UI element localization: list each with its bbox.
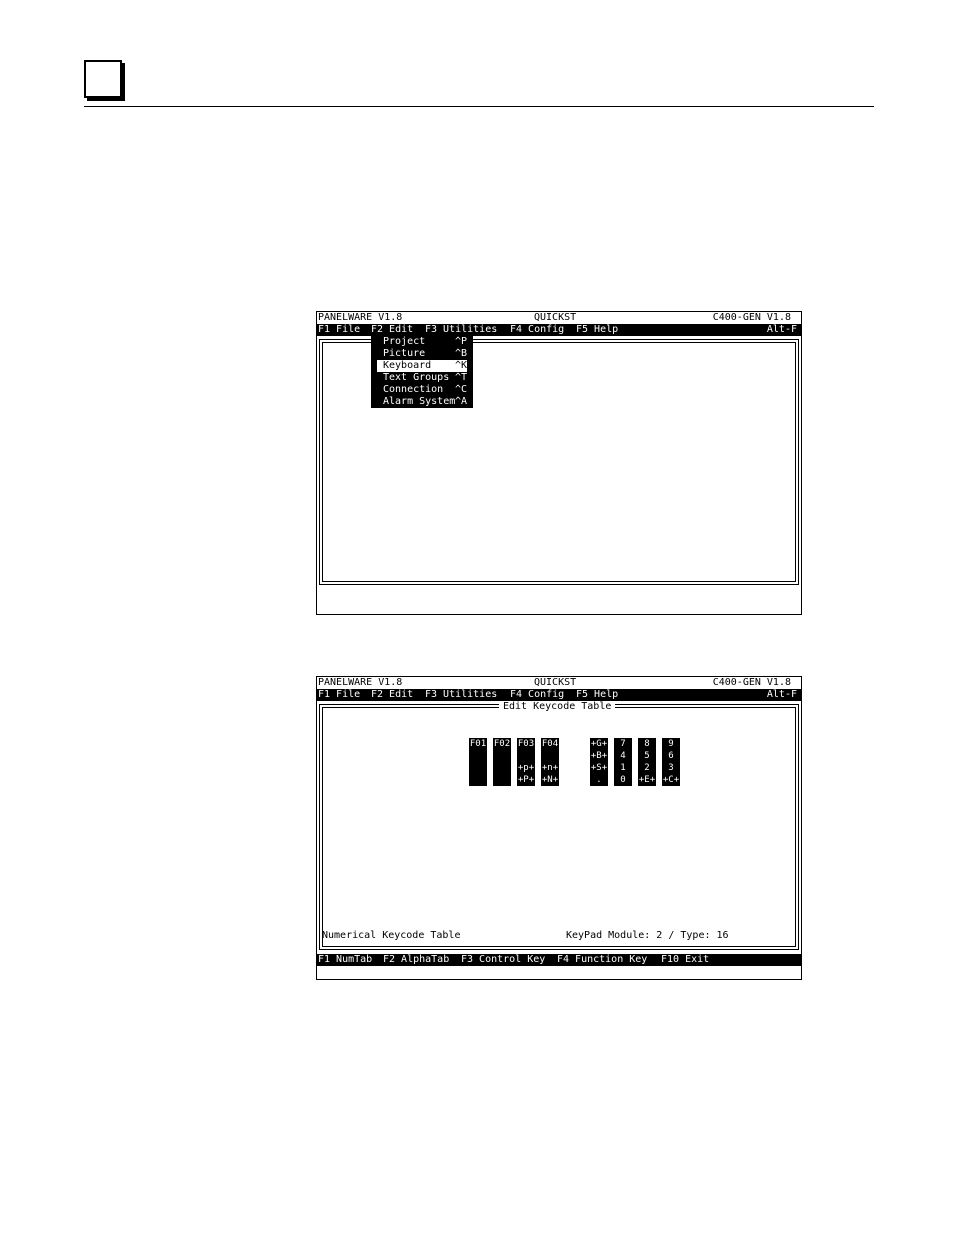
menu-file[interactable]: F1 File <box>318 324 360 336</box>
fkey-function-key[interactable]: F4 Function Key <box>557 954 647 966</box>
target-title: C400-GEN V1.8 <box>712 677 791 688</box>
title-bar: PANELWARE V1.8 QUICKST C400-GEN V1.8 <box>317 312 801 324</box>
key-column-f03[interactable]: F03 +p+ +P+ <box>517 738 535 786</box>
menu-item-text-groups[interactable]: Text Groups ^T <box>371 372 473 384</box>
menu-file[interactable]: F1 File <box>318 689 360 701</box>
fkey-exit[interactable]: F10 Exit <box>661 954 709 966</box>
header-rule <box>84 106 874 107</box>
screenshot-main-menu: PANELWARE V1.8 QUICKST C400-GEN V1.8 F1 … <box>316 311 802 615</box>
menu-bar: F1 File F2 Edit F3 Utilities F4 Config F… <box>317 324 801 336</box>
key-column-f02[interactable]: F02 <box>493 738 511 786</box>
menu-help[interactable]: F5 Help <box>576 324 618 336</box>
key-column-852e[interactable]: 8 5 2 +E+ <box>638 738 656 786</box>
target-title: C400-GEN V1.8 <box>712 312 791 323</box>
keycode-window-inner <box>322 707 796 947</box>
chapter-marker <box>84 60 122 98</box>
key-column-7410[interactable]: 7410 <box>614 738 632 786</box>
menu-help[interactable]: F5 Help <box>576 689 618 701</box>
key-column-control[interactable]: +G+ +B+ +S+. <box>590 738 608 786</box>
table-name: Numerical Keycode Table <box>322 930 461 941</box>
app-title: PANELWARE V1.8 <box>318 312 403 323</box>
key-column-f01[interactable]: F01 <box>469 738 487 786</box>
menu-item-project[interactable]: Project ^P <box>371 336 473 348</box>
menu-edit[interactable]: F2 Edit <box>371 689 413 701</box>
menu-item-alarm-system[interactable]: Alarm System ^A <box>371 396 473 408</box>
keycode-window <box>319 704 799 950</box>
keypad-info: KeyPad Module: 2 / Type: 16 <box>566 930 729 941</box>
app-title: PANELWARE V1.8 <box>318 677 403 688</box>
menu-shortcut: Alt-F <box>766 324 797 335</box>
function-key-bar: F1 NumTab F2 AlphaTab F3 Control Key F4 … <box>317 954 801 966</box>
menu-utilities[interactable]: F3 Utilities <box>425 689 497 701</box>
menu-utilities[interactable]: F3 Utilities <box>425 324 497 336</box>
title-bar: PANELWARE V1.8 QUICKST C400-GEN V1.8 <box>317 677 801 689</box>
menu-shortcut: Alt-F <box>766 689 797 700</box>
menu-item-keyboard[interactable]: Keyboard ^K <box>377 360 467 372</box>
menu-edit[interactable]: F2 Edit <box>371 324 413 336</box>
project-title: QUICKST <box>534 312 577 323</box>
project-title: QUICKST <box>534 677 577 688</box>
menu-config[interactable]: F4 Config <box>510 689 564 701</box>
key-column-963c[interactable]: 9 6 3 +C+ <box>662 738 680 786</box>
key-column-f04[interactable]: F04 +n+ +N+ <box>541 738 559 786</box>
utilities-dropdown: Project ^P Picture ^B Keyboard ^K Text Grou… <box>371 336 473 408</box>
menu-bar: F1 File F2 Edit F3 Utilities F4 Config F… <box>317 689 801 701</box>
fkey-control-key[interactable]: F3 Control Key <box>461 954 545 966</box>
menu-item-picture[interactable]: Picture ^B <box>371 348 473 360</box>
menu-config[interactable]: F4 Config <box>510 324 564 336</box>
window-title: Edit Keycode Table <box>499 701 616 713</box>
screenshot-edit-keycode: PANELWARE V1.8 QUICKST C400-GEN V1.8 F1 … <box>316 676 802 980</box>
fkey-alphatab[interactable]: F2 AlphaTab <box>383 954 449 966</box>
menu-item-connection[interactable]: Connection ^C <box>371 384 473 396</box>
fkey-numtab[interactable]: F1 NumTab <box>318 954 372 966</box>
